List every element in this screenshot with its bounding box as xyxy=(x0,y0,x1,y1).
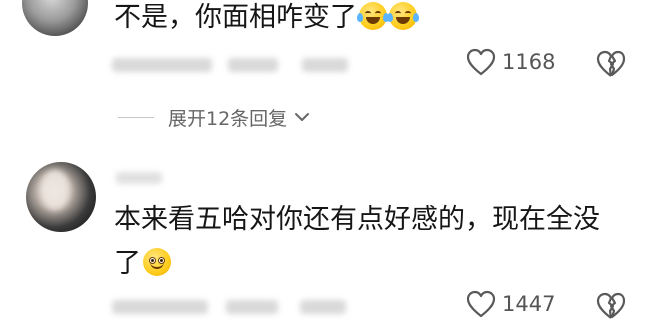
blurred-meta xyxy=(226,300,278,314)
chevron-down-icon xyxy=(293,107,311,129)
like-button[interactable]: 1168 xyxy=(466,48,555,76)
blurred-meta xyxy=(300,300,346,314)
laughing-crying-emoji xyxy=(387,2,419,30)
expand-replies[interactable]: 展开12条回复 xyxy=(118,104,311,131)
comment-text: 本来看五哈对你还有点好感的，现在全没 xyxy=(114,200,600,240)
comment-text-content: 不是，你面相咋变了 xyxy=(114,2,357,33)
heart-outline-icon xyxy=(466,290,496,318)
broken-heart-icon xyxy=(596,292,626,324)
blurred-meta xyxy=(112,58,212,72)
comment-text-content: 本来看五哈对你还有点好感的，现在全没 xyxy=(114,204,600,235)
smiling-sweat-emoji xyxy=(143,248,171,276)
expand-replies-label-wrap: 展开12条回复 xyxy=(168,104,311,131)
broken-heart-icon xyxy=(596,50,626,82)
heart-outline-icon xyxy=(466,48,496,76)
like-button[interactable]: 1447 xyxy=(466,290,555,318)
like-count: 1447 xyxy=(502,292,556,316)
avatar[interactable] xyxy=(26,162,96,232)
avatar[interactable] xyxy=(22,0,88,36)
blurred-meta xyxy=(302,58,348,72)
comment-list: 不是，你面相咋变了 1168 展开12条回复 本来看五哈对你还有点好感的，现在全… xyxy=(0,0,660,326)
comment-text-content: 了 xyxy=(114,248,141,279)
like-count: 1168 xyxy=(502,50,556,74)
comment-text: 不是，你面相咋变了 xyxy=(114,0,419,38)
comment-text-line2: 了 xyxy=(114,244,171,284)
blurred-username xyxy=(116,172,162,184)
dislike-button[interactable] xyxy=(596,50,626,82)
dislike-button[interactable] xyxy=(596,292,626,324)
divider xyxy=(118,117,154,118)
laughing-crying-emoji xyxy=(357,2,389,30)
expand-replies-label: 展开12条回复 xyxy=(168,108,288,130)
blurred-meta xyxy=(228,58,278,72)
blurred-meta xyxy=(112,300,208,314)
